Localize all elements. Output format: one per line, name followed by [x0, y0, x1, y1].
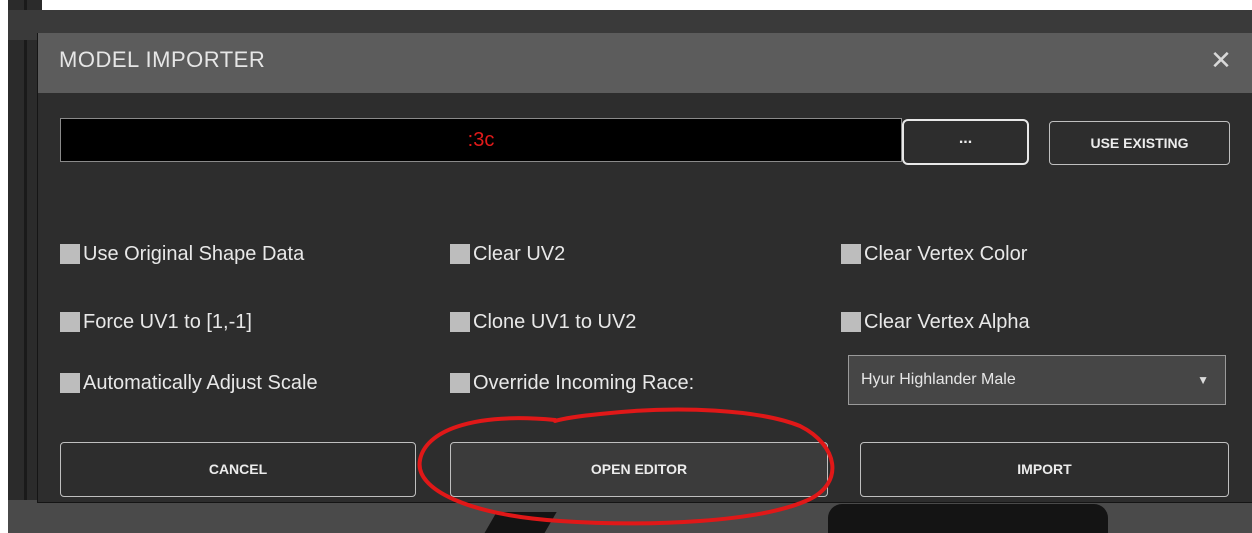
checkbox[interactable]	[841, 312, 861, 332]
checkbox[interactable]	[450, 373, 470, 393]
background-shape	[828, 504, 1108, 533]
option-label: Clear Vertex Alpha	[864, 310, 1030, 333]
checkbox[interactable]	[60, 312, 80, 332]
background-viewport	[8, 500, 1252, 533]
import-button[interactable]: IMPORT	[860, 442, 1229, 497]
dropdown-arrow-icon: ▼	[1197, 373, 1209, 387]
file-path-field[interactable]: :3c	[60, 118, 902, 162]
race-select[interactable]: Hyur Highlander Male ▼	[848, 355, 1226, 405]
dialog-title: MODEL IMPORTER	[59, 47, 266, 72]
option-clone-uv1-to-uv2[interactable]: Clone UV1 to UV2	[450, 308, 636, 336]
checkbox[interactable]	[60, 244, 80, 264]
option-clear-vertex-alpha[interactable]: Clear Vertex Alpha	[841, 308, 1030, 336]
checkbox[interactable]	[841, 244, 861, 264]
option-clear-vertex-color[interactable]: Clear Vertex Color	[841, 240, 1027, 268]
dialog-titlebar: MODEL IMPORTER ✕	[38, 33, 1252, 93]
option-automatically-adjust-scale[interactable]: Automatically Adjust Scale	[60, 369, 318, 397]
browse-button[interactable]: ...	[902, 119, 1029, 165]
close-icon[interactable]: ✕	[1203, 43, 1239, 79]
option-use-original-shape-data[interactable]: Use Original Shape Data	[60, 240, 304, 268]
option-override-incoming-race[interactable]: Override Incoming Race:	[450, 369, 694, 397]
checkbox[interactable]	[450, 312, 470, 332]
option-clear-uv2[interactable]: Clear UV2	[450, 240, 565, 268]
cancel-button[interactable]: CANCEL	[60, 442, 416, 497]
option-label: Clone UV1 to UV2	[473, 310, 637, 333]
option-label: Clear UV2	[473, 242, 566, 265]
option-label: Use Original Shape Data	[83, 242, 305, 265]
option-label: Automatically Adjust Scale	[83, 371, 318, 394]
option-label: Clear Vertex Color	[864, 242, 1028, 265]
background-shape	[479, 512, 557, 533]
checkbox[interactable]	[450, 244, 470, 264]
open-editor-button[interactable]: OPEN EDITOR	[450, 442, 828, 497]
option-force-uv1[interactable]: Force UV1 to [1,-1]	[60, 308, 252, 336]
option-label: Override Incoming Race:	[473, 371, 695, 394]
option-label: Force UV1 to [1,-1]	[83, 310, 252, 333]
checkbox[interactable]	[60, 373, 80, 393]
background-app-divider	[24, 0, 27, 533]
race-select-value: Hyur Highlander Male	[861, 371, 1016, 388]
model-importer-dialog: MODEL IMPORTER ✕ :3c ... USE EXISTING Us…	[37, 33, 1252, 503]
use-existing-button[interactable]: USE EXISTING	[1049, 121, 1230, 165]
